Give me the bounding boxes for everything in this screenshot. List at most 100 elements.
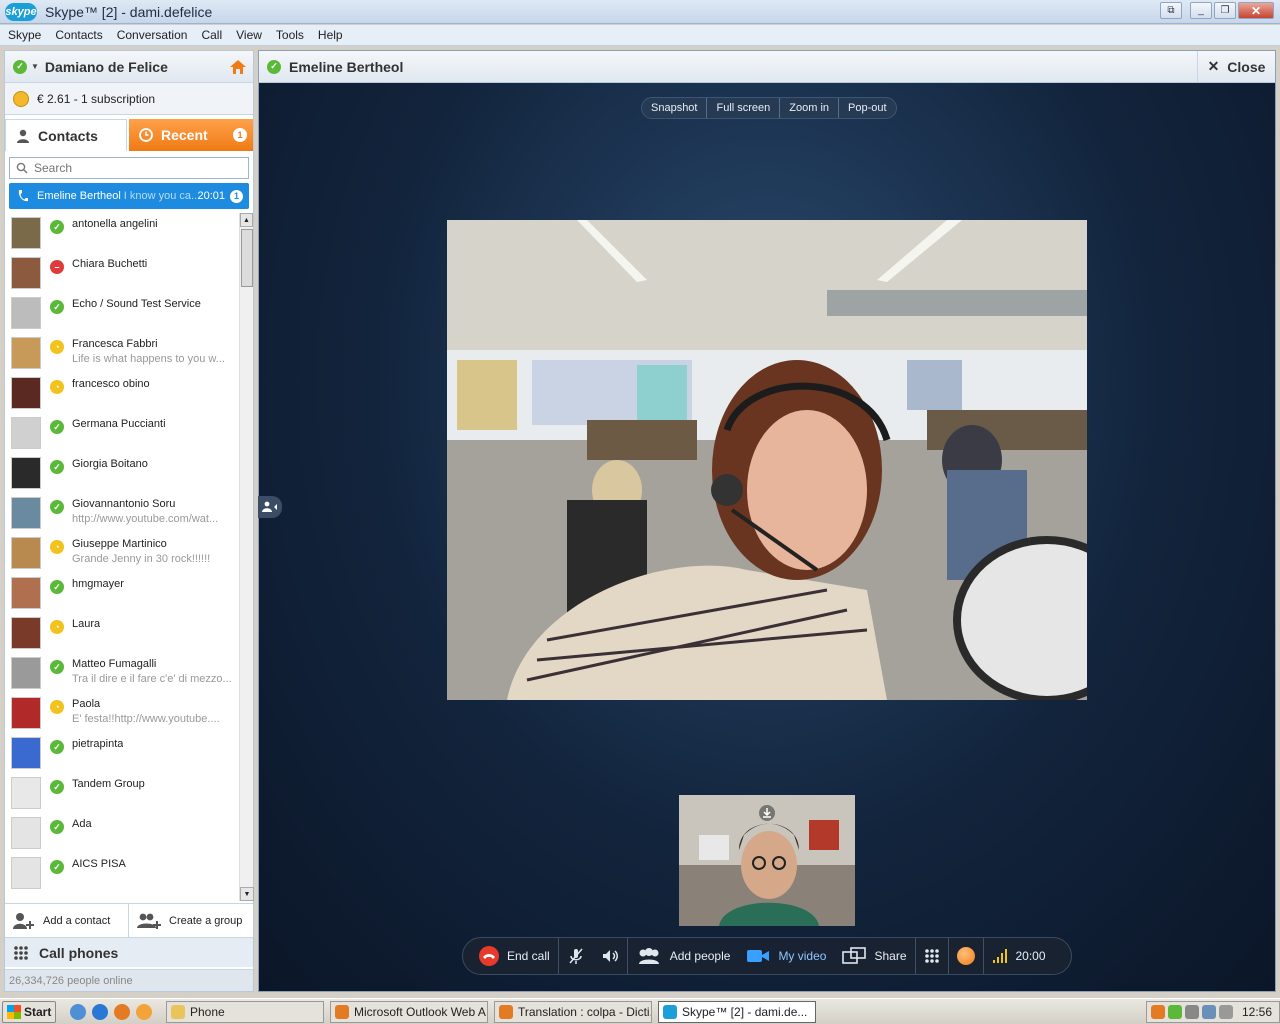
contact-item[interactable]: ◔ francesco obino [5, 373, 238, 413]
tray-skype-icon[interactable] [1168, 1005, 1182, 1019]
credit-text: € 2.61 - 1 subscription [37, 91, 156, 106]
avatar [11, 497, 41, 529]
call-phones-label: Call phones [39, 944, 119, 961]
contact-status-icon: ◔ [50, 700, 64, 714]
contact-mood: http://www.youtube.com/wat... [72, 513, 219, 525]
taskbar-window-button[interactable]: Skype™ [2] - dami.de... [658, 1000, 816, 1023]
contact-item[interactable]: ✓ antonella angelini [5, 213, 238, 253]
download-icon[interactable] [759, 805, 775, 821]
contact-status-icon: ◔ [50, 540, 64, 554]
create-group-button[interactable]: Create a group [129, 904, 242, 937]
contact-item[interactable]: ✓ Germana Puccianti [5, 413, 238, 453]
tab-contacts[interactable]: Contacts [5, 119, 127, 151]
start-button[interactable]: Start [2, 1000, 56, 1023]
contact-item[interactable]: ✓ pietrapinta [5, 733, 238, 773]
clock-app-icon[interactable] [136, 1003, 152, 1020]
contact-item[interactable]: ✓ Echo / Sound Test Service [5, 293, 238, 333]
chat-button[interactable] [949, 938, 984, 974]
contact-item[interactable]: ◔ Laura [5, 613, 238, 653]
call-quality-indicator[interactable]: 20:00 [984, 938, 1054, 974]
full-screen-button[interactable]: Full screen [707, 98, 781, 118]
firefox-icon[interactable] [114, 1003, 130, 1020]
share-label: Share [874, 949, 907, 963]
call-header: ✓ Emeline Bertheol ✕ Close [259, 51, 1275, 83]
menu-call[interactable]: Call [201, 28, 222, 42]
contact-item[interactable]: ✓ hmgmayer [5, 573, 238, 613]
scroll-thumb[interactable] [241, 229, 253, 287]
search-input[interactable] [34, 161, 234, 175]
contact-list-scrollbar[interactable]: ▲ ▼ [239, 213, 254, 901]
taskbar-window-button[interactable]: Microsoft Outlook Web A... [330, 1000, 488, 1023]
tray-app-icon[interactable] [1151, 1005, 1165, 1019]
avatar [11, 337, 41, 369]
contact-item[interactable]: ✓ Ada [5, 813, 238, 853]
end-call-icon [479, 946, 499, 966]
zoom-in-button[interactable]: Zoom in [780, 98, 840, 118]
menu-skype[interactable]: Skype [8, 28, 41, 42]
speaker-button[interactable] [593, 938, 628, 974]
contact-item[interactable]: ✓ Giorgia Boitano [5, 453, 238, 493]
tray-network-icon[interactable] [1185, 1005, 1199, 1019]
contact-item[interactable]: ◔ Paola E' festa!!http://www.youtube.... [5, 693, 238, 733]
pop-out-button[interactable]: Pop-out [839, 98, 896, 118]
active-call-badge: 1 [230, 189, 243, 203]
dialpad-button[interactable] [916, 938, 949, 974]
chevron-down-icon[interactable]: ▼ [31, 62, 39, 71]
signal-strength-icon [992, 949, 1007, 963]
tray-volume-icon[interactable] [1202, 1005, 1216, 1019]
contact-item[interactable]: ✓ Giovannantonio Soru http://www.youtube.c… [5, 493, 238, 533]
contact-item[interactable]: ✓ Tandem Group [5, 773, 238, 813]
tab-recent[interactable]: Recent 1 [129, 119, 253, 151]
maximize-button[interactable]: ❐ [1214, 2, 1236, 19]
coin-icon [13, 90, 29, 107]
contact-item[interactable]: ◔ Giuseppe Martinico Grande Jenny in 30 ro… [5, 533, 238, 573]
show-desktop-icon[interactable] [70, 1003, 86, 1020]
contact-name: AICS PISA [72, 858, 126, 870]
taskbar-window-button[interactable]: Translation : colpa - Dicti... [494, 1000, 652, 1023]
contact-mood: Life is what happens to you w... [72, 353, 225, 365]
collapse-sidebar-handle[interactable] [258, 496, 282, 518]
contact-item[interactable]: ◔ Francesca Fabbri Life is what happens to… [5, 333, 238, 373]
contact-item[interactable]: ✓ Matteo Fumagalli Tra il dire e il fare c… [5, 653, 238, 693]
end-call-button[interactable]: End call [471, 938, 559, 974]
snapshot-button[interactable]: Snapshot [642, 98, 708, 118]
avatar [11, 577, 41, 609]
taskbar-clock: 12:56 [1242, 1005, 1273, 1019]
close-call-button[interactable]: ✕ Close [1197, 51, 1275, 82]
scroll-down-icon[interactable]: ▼ [240, 887, 254, 901]
active-call-item[interactable]: Emeline Bertheol I know you ca... 20:01 … [9, 183, 249, 209]
contact-status-icon: ✓ [50, 300, 64, 314]
home-icon[interactable] [229, 59, 247, 75]
share-button[interactable]: Share [834, 938, 916, 974]
recent-count-badge: 1 [233, 128, 247, 142]
avatar [11, 257, 41, 289]
call-phones-button[interactable]: Call phones [5, 937, 253, 967]
mute-button[interactable] [559, 938, 593, 974]
menu-conversation[interactable]: Conversation [117, 28, 188, 42]
contact-item[interactable]: ✓ AICS PISA [5, 853, 238, 893]
menu-tools[interactable]: Tools [276, 28, 304, 42]
add-people-button[interactable]: Add people [628, 938, 739, 974]
minimize-button[interactable]: _ [1190, 2, 1212, 19]
restore-small-icon[interactable]: ⧉ [1160, 2, 1182, 19]
user-name[interactable]: Damiano de Felice [45, 59, 168, 75]
tray-security-icon[interactable] [1219, 1005, 1233, 1019]
online-status-icon[interactable]: ✓ [13, 59, 27, 74]
taskbar: Start Phone Microsoft Outlook Web A... Tra… [0, 998, 1280, 1024]
scroll-up-icon[interactable]: ▲ [240, 213, 253, 227]
app-icon [499, 1004, 513, 1019]
phone-icon [18, 190, 28, 202]
menu-help[interactable]: Help [318, 28, 343, 42]
contact-name: Chiara Buchetti [72, 258, 148, 270]
call-control-bar: End call Add people My video Share 20:00 [462, 937, 1072, 975]
menu-contacts[interactable]: Contacts [55, 28, 102, 42]
contact-item[interactable]: – Chiara Buchetti [5, 253, 238, 293]
taskbar-window-button[interactable]: Phone [166, 1000, 324, 1023]
add-contact-button[interactable]: Add a contact [5, 904, 129, 937]
my-video-button[interactable]: My video [738, 938, 834, 974]
internet-explorer-icon[interactable] [92, 1003, 108, 1020]
credit-bar[interactable]: € 2.61 - 1 subscription [5, 83, 253, 115]
search-box [9, 157, 249, 179]
menu-view[interactable]: View [236, 28, 262, 42]
close-window-button[interactable]: ✕ [1238, 2, 1274, 19]
